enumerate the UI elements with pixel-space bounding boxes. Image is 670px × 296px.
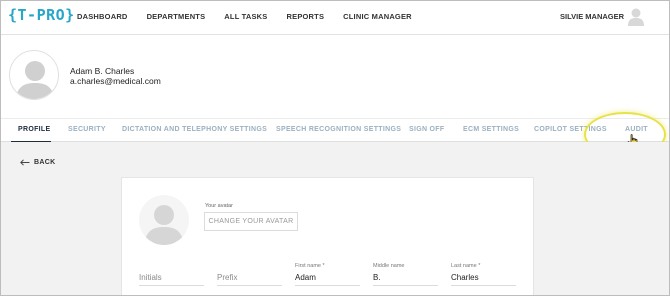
first-name-label: First name * <box>295 263 325 269</box>
tab-ecm-settings[interactable]: ECM SETTINGS <box>463 126 519 133</box>
arrow-left-icon <box>20 159 30 166</box>
user-menu-name[interactable]: SILVIE MANAGER <box>560 12 624 21</box>
nav-reports[interactable]: REPORTS <box>287 12 325 21</box>
tab-security[interactable]: SECURITY <box>68 126 106 133</box>
middle-name-field[interactable]: Middle name B. <box>373 263 438 286</box>
last-name-field[interactable]: Last name * Charles <box>451 263 516 286</box>
card-avatar <box>139 195 189 245</box>
tab-profile[interactable]: PROFILE <box>18 126 50 133</box>
tab-sign-off[interactable]: SIGN OFF <box>409 126 444 133</box>
settings-tabs: PROFILE SECURITY DICTATION AND TELEPHONY… <box>1 118 669 143</box>
last-name-label: Last name * <box>451 263 481 269</box>
last-name-value: Charles <box>451 273 516 286</box>
user-avatar-icon[interactable] <box>628 7 644 26</box>
tab-speech-recognition[interactable]: SPEECH RECOGNITION SETTINGS <box>276 126 401 133</box>
profile-name: Adam B. Charles <box>70 66 135 76</box>
top-header: {T-PRO} DASHBOARD DEPARTMENTS ALL TASKS … <box>1 1 669 35</box>
prefix-placeholder: Prefix <box>217 273 282 286</box>
change-avatar-button[interactable]: CHANGE YOUR AVATAR <box>204 212 298 231</box>
nav-all-tasks[interactable]: ALL TASKS <box>224 12 267 21</box>
first-name-value: Adam <box>295 273 360 286</box>
middle-name-label: Middle name <box>373 263 405 269</box>
nav-departments[interactable]: DEPARTMENTS <box>147 12 206 21</box>
profile-email: a.charles@medical.com <box>70 76 161 86</box>
nav-dashboard[interactable]: DASHBOARD <box>77 12 128 21</box>
main-nav: DASHBOARD DEPARTMENTS ALL TASKS REPORTS … <box>77 12 431 21</box>
first-name-field[interactable]: First name * Adam <box>295 263 360 286</box>
tab-dictation-telephony[interactable]: DICTATION AND TELEPHONY SETTINGS <box>122 126 267 133</box>
nav-clinic-manager[interactable]: CLINIC MANAGER <box>343 12 412 21</box>
prefix-field[interactable]: Prefix <box>217 263 282 286</box>
back-button[interactable]: BACK <box>20 159 55 166</box>
person-silhouette-icon <box>144 205 184 245</box>
avatar-caption: Your avatar <box>205 203 233 209</box>
app-logo[interactable]: {T-PRO} <box>8 6 75 24</box>
profile-content: BACK Your avatar CHANGE YOUR AVATAR Init… <box>1 142 669 295</box>
profile-card: Your avatar CHANGE YOUR AVATAR Initials … <box>121 177 534 295</box>
middle-name-value: B. <box>373 273 438 286</box>
person-silhouette-icon <box>15 61 55 99</box>
profile-avatar <box>9 50 59 100</box>
back-label: BACK <box>34 159 56 166</box>
initials-placeholder: Initials <box>139 273 204 286</box>
initials-field[interactable]: Initials <box>139 263 204 286</box>
app-window: {T-PRO} DASHBOARD DEPARTMENTS ALL TASKS … <box>0 0 670 296</box>
